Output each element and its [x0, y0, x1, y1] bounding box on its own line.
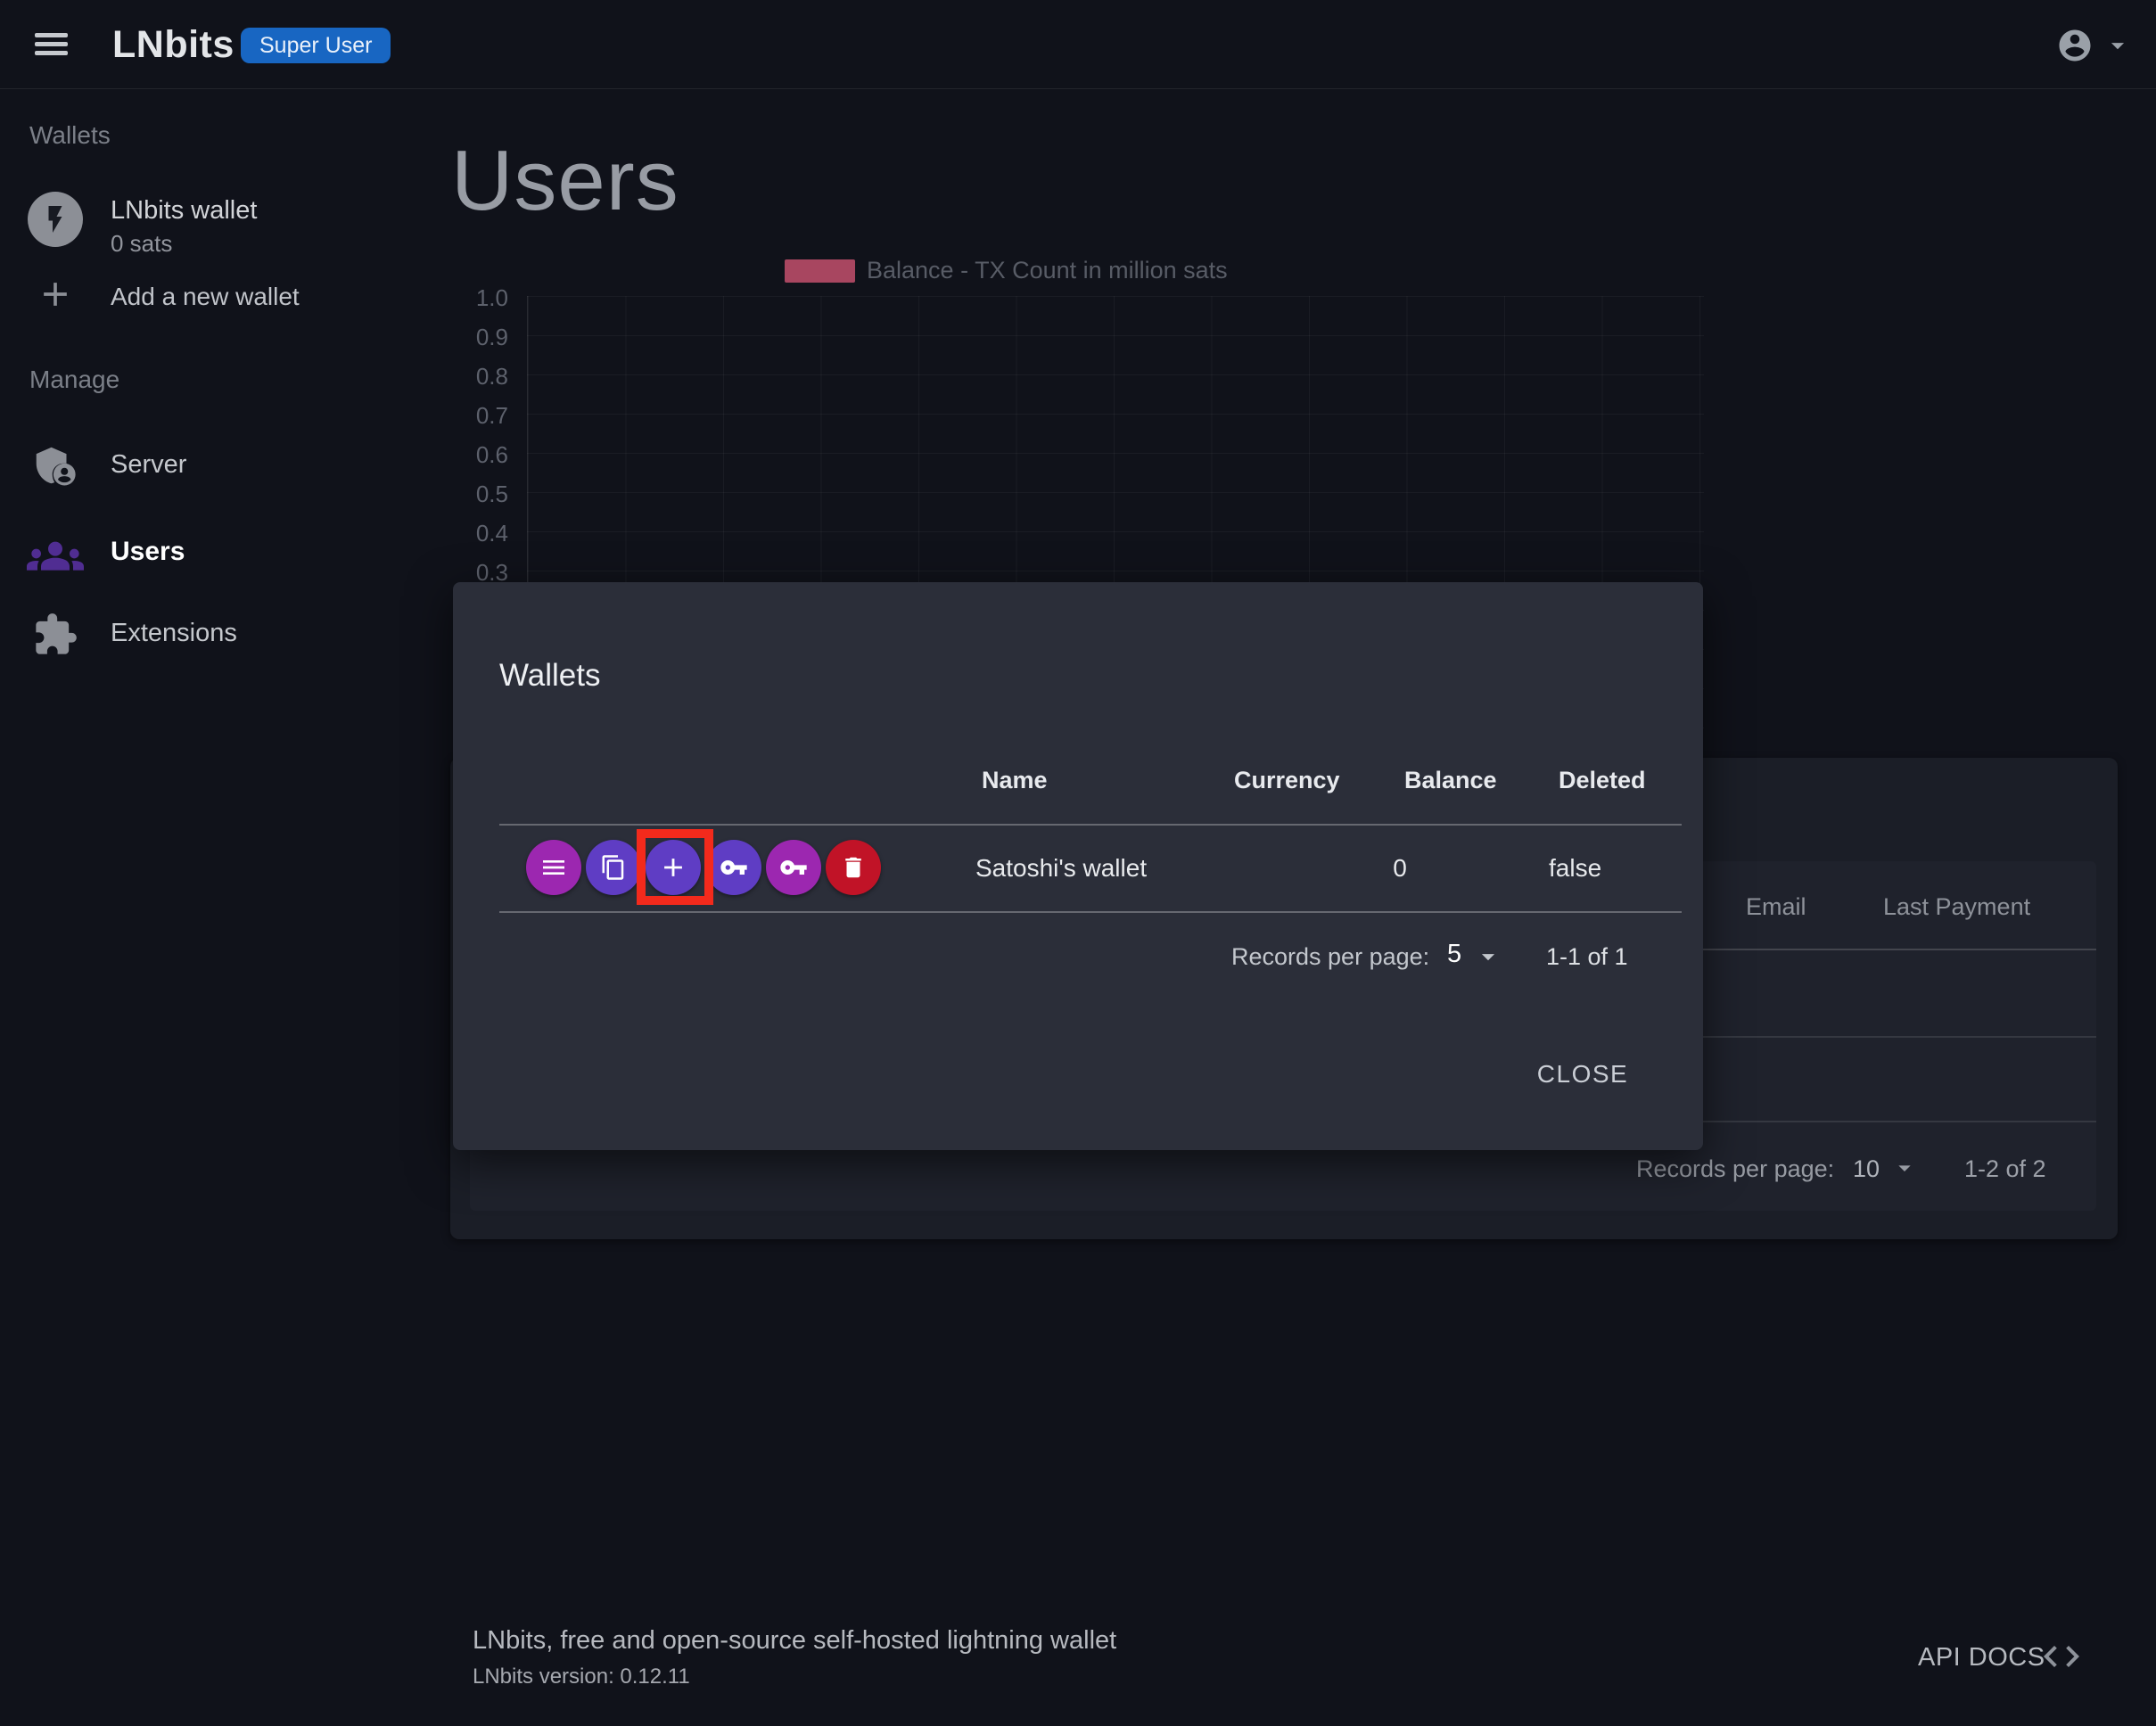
code-icon[interactable]: [2040, 1635, 2083, 1678]
sidebar-section-manage: Manage: [29, 366, 119, 394]
dropdown-caret-icon[interactable]: [1473, 941, 1503, 972]
close-button[interactable]: CLOSE: [1510, 1048, 1655, 1100]
annotation-highlight-box: [637, 829, 713, 905]
super-user-badge: Super User: [241, 28, 391, 63]
cell-wallet-balance: 0: [1373, 854, 1427, 883]
menu-icon[interactable]: [35, 33, 68, 57]
sidebar-wallet-name[interactable]: LNbits wallet: [111, 196, 257, 226]
users-table-records-per-page-select[interactable]: 10: [1853, 1155, 1880, 1183]
users-table-col-email: Email: [1746, 893, 1806, 921]
copy-wallet-button[interactable]: [586, 840, 641, 895]
y-tick: 0.6: [476, 441, 508, 469]
app-title: LNbits: [112, 23, 235, 67]
footer-version: LNbits version: 0.12.11: [473, 1664, 690, 1689]
y-tick: 0.7: [476, 402, 508, 430]
copy-icon: [600, 854, 627, 881]
wallets-dialog-title: Wallets: [499, 658, 600, 694]
page-title: Users: [451, 132, 679, 230]
col-header-balance[interactable]: Balance: [1404, 767, 1497, 794]
sidebar-item-users[interactable]: Users: [111, 537, 185, 567]
records-per-page-label: Records per page:: [1231, 943, 1429, 971]
invoice-key-button[interactable]: [706, 840, 761, 895]
dialog-row-divider: [499, 911, 1682, 913]
sidebar-wallet-balance: 0 sats: [111, 230, 172, 258]
header-bar: LNbits Super User: [0, 0, 2156, 89]
trash-icon: [840, 854, 867, 881]
col-header-name[interactable]: Name: [982, 767, 1048, 794]
lightning-bolt-icon[interactable]: [28, 192, 83, 247]
users-group-icon: [27, 531, 84, 576]
account-icon[interactable]: [2056, 27, 2094, 64]
users-table-records-per-page-label: Records per page:: [1636, 1155, 1834, 1183]
dialog-header-divider: [499, 824, 1682, 826]
menu-icon: [539, 853, 568, 882]
chart-y-axis: 1.0 0.9 0.8 0.7 0.6 0.5 0.4 0.3: [383, 284, 508, 605]
sidebar-add-wallet[interactable]: Add a new wallet: [111, 283, 300, 311]
delete-wallet-button[interactable]: [826, 840, 881, 895]
account-dropdown-caret-icon[interactable]: [2103, 30, 2133, 61]
col-header-deleted[interactable]: Deleted: [1559, 767, 1646, 794]
users-table-range: 1-2 of 2: [1964, 1155, 2046, 1183]
puzzle-extension-icon: [32, 612, 78, 658]
key-icon: [720, 853, 748, 882]
y-tick: 0.8: [476, 363, 508, 390]
wallet-menu-button[interactable]: [526, 840, 581, 895]
cell-wallet-name: Satoshi's wallet: [975, 854, 1147, 883]
sidebar-item-extensions[interactable]: Extensions: [111, 619, 237, 648]
admin-key-button[interactable]: [766, 840, 821, 895]
chart-legend-label[interactable]: Balance - TX Count in million sats: [867, 257, 1228, 284]
footer-tagline: LNbits, free and open-source self-hosted…: [473, 1626, 1116, 1656]
y-tick: 0.9: [476, 324, 508, 351]
y-tick: 1.0: [476, 284, 508, 312]
sidebar-item-server[interactable]: Server: [111, 450, 186, 480]
shield-admin-icon: [30, 441, 78, 489]
cell-wallet-deleted: false: [1549, 854, 1601, 883]
api-docs-link[interactable]: API DOCS: [1918, 1643, 2045, 1673]
key-icon: [779, 853, 808, 882]
pagination-range: 1-1 of 1: [1546, 943, 1628, 971]
plus-icon[interactable]: [36, 275, 75, 314]
y-tick: 0.5: [476, 481, 508, 508]
dropdown-caret-icon[interactable]: [1890, 1154, 1919, 1182]
chart-legend-swatch[interactable]: [785, 259, 855, 283]
records-per-page-select[interactable]: 5: [1447, 940, 1461, 969]
col-header-currency[interactable]: Currency: [1234, 767, 1340, 794]
users-table-col-last-payment: Last Payment: [1883, 893, 2030, 921]
sidebar-section-wallets: Wallets: [29, 121, 111, 150]
y-tick: 0.4: [476, 520, 508, 547]
